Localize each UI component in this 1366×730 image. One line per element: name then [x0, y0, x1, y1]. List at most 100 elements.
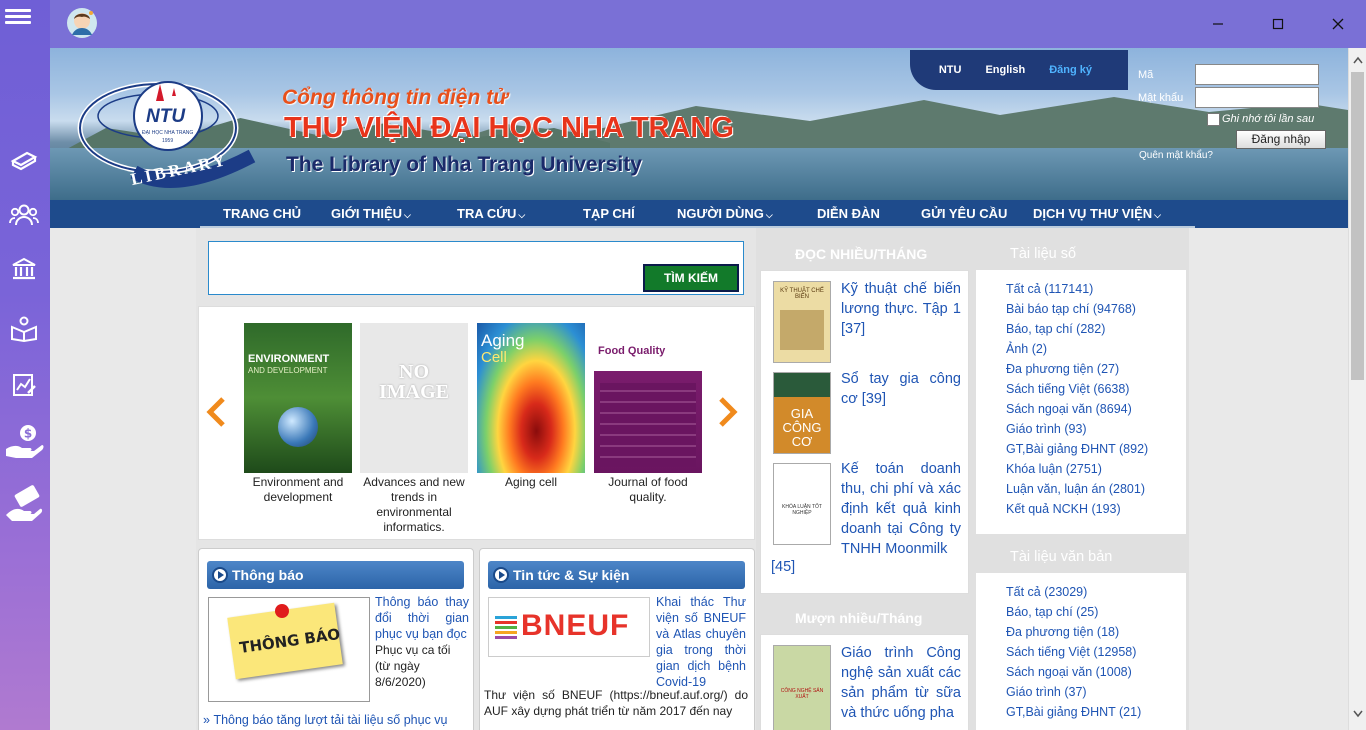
digital-doc-link[interactable]: Giáo trình (93) [1006, 422, 1087, 436]
minimize-icon[interactable] [1208, 14, 1228, 34]
news-desc: Thư viện số BNEUF (https://bneuf.auf.org… [484, 688, 748, 718]
nav-about[interactable]: GIỚI THIỆU ⌵ [331, 206, 411, 221]
search-box: TÌM KIẾM [208, 241, 744, 295]
nav-services[interactable]: DỊCH VỤ THƯ VIỆN ⌵ [1033, 206, 1161, 221]
scroll-down-icon [1353, 710, 1363, 718]
news-header: Tin tức & Sự kiện [488, 561, 745, 589]
remember-checkbox[interactable] [1207, 113, 1220, 126]
digital-doc-link[interactable]: Luận văn, luận án (2801) [1006, 482, 1145, 496]
search-button[interactable]: TÌM KIẾM [643, 264, 739, 292]
book-cover[interactable]: KHÓA LUẬN TỐT NGHIỆP [773, 463, 831, 545]
play-circle-icon [493, 567, 509, 583]
digital-doc-link[interactable]: Đa phương tiện (27) [1006, 362, 1119, 376]
digital-docs-title: Tài liệu số [1010, 246, 1077, 262]
nav-forum[interactable]: DIỄN ĐÀN [817, 206, 880, 221]
notice-next-link[interactable]: » Thông báo tăng lượt tải tài liệu số ph… [203, 713, 473, 727]
login-form: Mã Mật khẩu Ghi nhớ tôi lần sau Đăng nhậ… [1138, 64, 1338, 174]
scroll-up-icon [1353, 56, 1363, 64]
notice-panel: Thông báo THÔNG BÁO Thông báo thay đổi t… [198, 548, 474, 730]
title-bar [50, 0, 1366, 48]
digital-docs-list: Tất cả (117141) Bài báo tạp chí (94768) … [976, 270, 1186, 534]
print-doc-link[interactable]: Giáo trình (37) [1006, 685, 1087, 699]
most-read-title: ĐỌC NHIỀU/THÁNG [795, 246, 928, 262]
digital-doc-link[interactable]: Kết quả NCKH (193) [1006, 502, 1121, 516]
code-label: Mã [1138, 69, 1154, 81]
most-borrowed-item[interactable]: Giáo trình Công nghệ sản xuất các sản ph… [841, 643, 961, 723]
print-doc-link[interactable]: GT,Bài giảng ĐHNT (21) [1006, 705, 1141, 719]
remember-label: Ghi nhớ tôi lần sau [1222, 113, 1315, 125]
password-label: Mật khẩu [1138, 92, 1184, 104]
money-hand-icon[interactable]: $ [4, 425, 44, 460]
digital-doc-link[interactable]: Khóa luận (2751) [1006, 462, 1102, 476]
users-icon[interactable] [7, 198, 41, 232]
header-banner: NTU ĐẠI HỌC NHA TRANG 1959 LIBRARY Cổng … [50, 48, 1348, 200]
digital-doc-link[interactable]: Sách tiếng Việt (6638) [1006, 382, 1129, 396]
digital-doc-link[interactable]: Tất cả (117141) [1006, 282, 1093, 296]
forgot-password-link[interactable]: Quên mật khẩu? [1139, 150, 1213, 161]
search-input[interactable] [213, 246, 643, 268]
carousel-book[interactable]: NO IMAGE Advances and new trends in envi… [360, 323, 468, 535]
web-content: NTU ĐẠI HỌC NHA TRANG 1959 LIBRARY Cổng … [50, 48, 1348, 730]
print-doc-link[interactable]: Sách tiếng Việt (12958) [1006, 645, 1136, 659]
digital-doc-link[interactable]: Báo, tạp chí (282) [1006, 322, 1105, 336]
digital-doc-link[interactable]: Bài báo tạp chí (94768) [1006, 302, 1136, 316]
book-cover[interactable]: KỸ THUẬT CHẾ BIẾN [773, 281, 831, 363]
chevron-left-icon[interactable] [205, 397, 227, 427]
carousel-book[interactable]: Food Quality Journal of food quality. [594, 323, 702, 505]
password-input[interactable] [1195, 87, 1319, 108]
news-link[interactable]: Khai thác Thư viện số BNEUF và Atlas chu… [656, 594, 746, 690]
close-icon[interactable] [1328, 14, 1348, 34]
logo-abbr: NTU [146, 106, 186, 127]
lang-english-link[interactable]: English [985, 64, 1025, 76]
code-input[interactable] [1195, 64, 1319, 85]
nav-users[interactable]: NGƯỜI DÙNG ⌵ [677, 206, 773, 221]
payment-icon[interactable] [4, 485, 44, 522]
chart-icon[interactable] [7, 368, 41, 402]
book-title: Environment and development [252, 475, 344, 504]
library-building-icon[interactable] [7, 252, 41, 286]
notice-image[interactable]: THÔNG BÁO [208, 597, 370, 702]
maximize-icon[interactable] [1268, 14, 1288, 34]
most-read-item[interactable]: Kế toán doanh thu, chi phí và xác định k… [841, 459, 961, 559]
scrollbar-thumb[interactable] [1351, 72, 1364, 380]
library-logo: NTU ĐẠI HỌC NHA TRANG 1959 LIBRARY [76, 76, 258, 189]
print-doc-link[interactable]: Sách ngoại văn (1008) [1006, 665, 1132, 679]
book-cover[interactable]: GIA CÔNG CƠ [773, 372, 831, 454]
vertical-scrollbar[interactable] [1348, 48, 1366, 730]
nav-request[interactable]: GỬI YÊU CẦU [921, 206, 1007, 221]
reading-icon[interactable] [7, 312, 41, 346]
logo-year: 1959 [162, 138, 174, 144]
banner-english-title: The Library of Nha Trang University [286, 153, 642, 176]
most-borrowed-title: Mượn nhiều/Tháng [795, 610, 923, 626]
news-image[interactable]: BNEUF [488, 597, 650, 657]
most-read-item[interactable]: Kỹ thuật chế biến lương thực. Tập 1 [37] [841, 279, 961, 339]
nav-search[interactable]: TRA CỨU ⌵ [457, 206, 525, 221]
print-doc-link[interactable]: Đa phương tiện (18) [1006, 625, 1119, 639]
chevron-right-icon[interactable] [717, 397, 739, 427]
chevron-down-icon: ⌵ [404, 210, 411, 220]
carousel-book[interactable]: Aging Cell Aging cell [477, 323, 585, 490]
book-cover[interactable]: CÔNG NGHỆ SẢN XUẤT [773, 645, 831, 730]
notice-header: Thông báo [207, 561, 464, 589]
nav-journal[interactable]: TẠP CHÍ [583, 206, 635, 221]
carousel-book[interactable]: ENVIRONMENT AND DEVELOPMENT Environment … [244, 323, 352, 505]
new-books-carousel: ENVIRONMENT AND DEVELOPMENT Environment … [198, 306, 755, 540]
nav-home[interactable]: TRANG CHỦ [223, 206, 301, 221]
print-doc-link[interactable]: Tất cả (23029) [1006, 585, 1087, 599]
app-sidebar: $ [0, 0, 50, 730]
register-link[interactable]: Đăng ký [1049, 64, 1092, 76]
book-title: Aging cell [504, 475, 558, 489]
digital-doc-link[interactable]: Sách ngoại văn (8694) [1006, 402, 1132, 416]
login-button[interactable]: Đăng nhập [1236, 130, 1326, 149]
notice-link[interactable]: Thông báo thay đổi thời gian phục vụ bạn… [375, 594, 469, 642]
book-title: Journal of food quality. [608, 475, 688, 504]
digital-doc-link[interactable]: Ảnh (2) [1006, 342, 1047, 356]
books-icon[interactable] [7, 142, 41, 176]
user-avatar-icon[interactable] [66, 7, 98, 39]
most-read-item[interactable]: Sổ tay gia công cơ [39] [841, 369, 961, 409]
menu-icon[interactable] [5, 6, 31, 28]
lang-ntu-link[interactable]: NTU [939, 64, 962, 76]
most-borrowed-list: CÔNG NGHỆ SẢN XUẤT Giáo trình Công nghệ … [760, 634, 969, 730]
digital-doc-link[interactable]: GT,Bài giảng ĐHNT (892) [1006, 442, 1148, 456]
print-doc-link[interactable]: Báo, tạp chí (25) [1006, 605, 1098, 619]
